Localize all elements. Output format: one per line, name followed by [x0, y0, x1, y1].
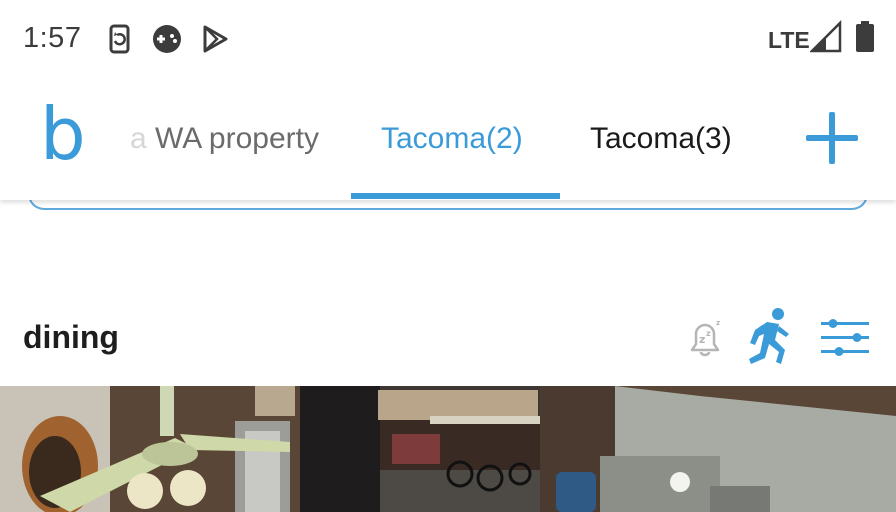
- camera-tab-bar: b a WA property Tacoma(2) Tacoma(3): [0, 80, 896, 200]
- signal-icon: [810, 20, 842, 53]
- plus-icon-stroke: [829, 112, 835, 164]
- camera-name: dining: [23, 319, 119, 355]
- settings-sliders-icon[interactable]: [819, 318, 871, 358]
- active-tab-indicator: [351, 193, 560, 199]
- brand-logo[interactable]: b: [40, 98, 86, 170]
- camera-snapshot: [0, 386, 896, 512]
- svg-text:z: z: [699, 333, 705, 346]
- motion-detect-icon[interactable]: [745, 306, 797, 368]
- status-time: 1:57: [23, 22, 82, 54]
- network-type: LTE: [768, 27, 810, 53]
- snooze-bell-icon[interactable]: z z z: [682, 313, 728, 359]
- gamepad-icon: [153, 25, 181, 53]
- tab-label: Tacoma(2): [381, 122, 523, 155]
- svg-text:z: z: [716, 319, 720, 327]
- svg-text:z: z: [706, 329, 711, 338]
- tab-tacoma-2[interactable]: Tacoma(2): [381, 122, 523, 156]
- tab-tacoma-3[interactable]: Tacoma(3): [590, 122, 732, 156]
- tab-label-fade: a: [130, 122, 156, 155]
- tab-label: Tacoma(3): [590, 122, 732, 155]
- add-camera-button[interactable]: [806, 112, 858, 164]
- tab-label: WA property: [155, 122, 319, 155]
- status-bar: 1:57 LTE: [0, 0, 896, 80]
- screen-rotate-icon: [109, 24, 130, 54]
- tab-wa-property[interactable]: a WA property: [130, 122, 319, 156]
- battery-icon: [856, 21, 874, 52]
- camera-feed[interactable]: [0, 386, 896, 512]
- play-store-icon: [203, 25, 228, 53]
